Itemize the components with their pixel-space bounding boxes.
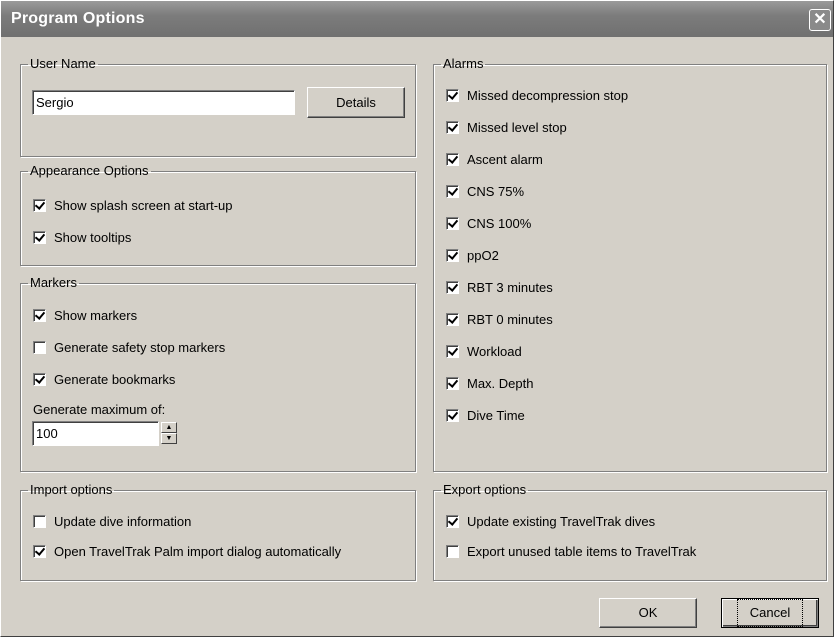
spin-down-icon[interactable]: ▼ <box>161 433 177 444</box>
checkbox-box[interactable] <box>33 544 46 558</box>
checkbox-box[interactable] <box>446 376 459 390</box>
checkbox-box[interactable] <box>446 280 459 294</box>
checkbox-box[interactable] <box>446 344 459 358</box>
checkbox-alarm[interactable]: ppO2 <box>446 246 499 264</box>
title-bar[interactable]: Program Options ✕ <box>1 1 833 37</box>
checkbox-box[interactable] <box>446 312 459 326</box>
checkbox-alarm[interactable]: RBT 3 minutes <box>446 278 553 296</box>
program-options-dialog: Program Options ✕ User Name Sergio Detai… <box>0 0 834 637</box>
checkbox-label: RBT 3 minutes <box>467 279 553 295</box>
appearance-options-legend: Appearance Options <box>30 163 149 178</box>
checkbox-label: Ascent alarm <box>467 151 543 167</box>
checkbox-alarm[interactable]: Missed decompression stop <box>446 86 628 104</box>
checkbox-box[interactable] <box>446 120 459 134</box>
checkbox-alarm[interactable]: RBT 0 minutes <box>446 310 553 328</box>
checkbox-alarm[interactable]: CNS 100% <box>446 214 531 232</box>
checkbox-box[interactable] <box>33 340 46 354</box>
checkbox-alarm[interactable]: Ascent alarm <box>446 150 543 168</box>
checkbox-show-markers[interactable]: Show markers <box>33 306 137 324</box>
cancel-button[interactable]: Cancel <box>721 598 819 628</box>
checkbox-box[interactable] <box>446 88 459 102</box>
checkbox-box[interactable] <box>446 216 459 230</box>
checkbox-label: Max. Depth <box>467 375 534 391</box>
checkbox-alarm[interactable]: Workload <box>446 342 522 360</box>
checkbox-box[interactable] <box>446 544 459 558</box>
checkbox-box[interactable] <box>446 514 459 528</box>
checkbox-box[interactable] <box>446 152 459 166</box>
checkbox-update-traveltrak-dives[interactable]: Update existing TravelTrak dives <box>446 512 655 530</box>
checkbox-export-unused-items[interactable]: Export unused table items to TravelTrak <box>446 542 696 560</box>
checkbox-alarm[interactable]: CNS 75% <box>446 182 524 200</box>
checkbox-label: Generate bookmarks <box>54 371 176 387</box>
checkbox-box[interactable] <box>33 198 46 212</box>
checkbox-label: Missed level stop <box>467 119 567 135</box>
user-name-legend: User Name <box>30 56 96 71</box>
checkbox-generate-bookmarks[interactable]: Generate bookmarks <box>33 370 175 388</box>
export-options-legend: Export options <box>443 482 527 497</box>
cancel-button-label: Cancel <box>736 599 804 627</box>
alarms-legend: Alarms <box>443 56 484 71</box>
generate-maximum-label: Generate maximum of: <box>33 402 166 417</box>
checkbox-box[interactable] <box>446 248 459 262</box>
checkbox-label: Show markers <box>54 307 138 323</box>
checkbox-show-tooltips[interactable]: Show tooltips <box>33 228 131 246</box>
spin-up-icon[interactable]: ▲ <box>161 422 177 433</box>
markers-legend: Markers <box>30 275 77 290</box>
checkbox-box[interactable] <box>33 514 46 528</box>
user-name-input[interactable]: Sergio <box>32 90 295 115</box>
checkbox-box[interactable] <box>33 372 46 386</box>
checkbox-label: Missed decompression stop <box>467 87 629 103</box>
maximum-markers-input[interactable]: 100 <box>32 421 159 446</box>
appearance-options-group: Appearance Options <box>20 164 416 266</box>
import-options-group: Import options <box>20 483 416 581</box>
maximum-markers-spinner[interactable]: ▲ ▼ <box>161 422 177 444</box>
import-options-legend: Import options <box>30 482 113 497</box>
details-button[interactable]: Details <box>307 87 405 118</box>
checkbox-label: CNS 100% <box>467 215 532 231</box>
checkbox-alarm[interactable]: Missed level stop <box>446 118 567 136</box>
checkbox-label: RBT 0 minutes <box>467 311 553 327</box>
close-button[interactable]: ✕ <box>809 9 831 31</box>
checkbox-box[interactable] <box>33 308 46 322</box>
checkbox-safety-stop-markers[interactable]: Generate safety stop markers <box>33 338 225 356</box>
checkbox-label: Show splash screen at start-up <box>54 197 233 213</box>
checkbox-alarm[interactable]: Dive Time <box>446 406 525 424</box>
checkbox-label: Generate safety stop markers <box>54 339 226 355</box>
checkbox-show-splash[interactable]: Show splash screen at start-up <box>33 196 232 214</box>
checkbox-label: Workload <box>467 343 522 359</box>
checkbox-open-palm-import[interactable]: Open TravelTrak Palm import dialog autom… <box>33 542 341 560</box>
checkbox-box[interactable] <box>446 408 459 422</box>
checkbox-alarm[interactable]: Max. Depth <box>446 374 533 392</box>
checkbox-label: Update existing TravelTrak dives <box>467 513 656 529</box>
checkbox-label: Dive Time <box>467 407 525 423</box>
checkbox-label: ppO2 <box>467 247 499 263</box>
window-title: Program Options <box>11 10 145 27</box>
checkbox-label: Show tooltips <box>54 229 132 245</box>
checkbox-label: Open TravelTrak Palm import dialog autom… <box>54 543 342 559</box>
ok-button[interactable]: OK <box>599 598 697 628</box>
checkbox-update-dive-info[interactable]: Update dive information <box>33 512 191 530</box>
export-options-group: Export options <box>433 483 827 581</box>
close-icon: ✕ <box>813 11 827 28</box>
checkbox-label: Export unused table items to TravelTrak <box>467 543 697 559</box>
checkbox-box[interactable] <box>33 230 46 244</box>
checkbox-label: CNS 75% <box>467 183 525 199</box>
checkbox-box[interactable] <box>446 184 459 198</box>
checkbox-label: Update dive information <box>54 513 192 529</box>
